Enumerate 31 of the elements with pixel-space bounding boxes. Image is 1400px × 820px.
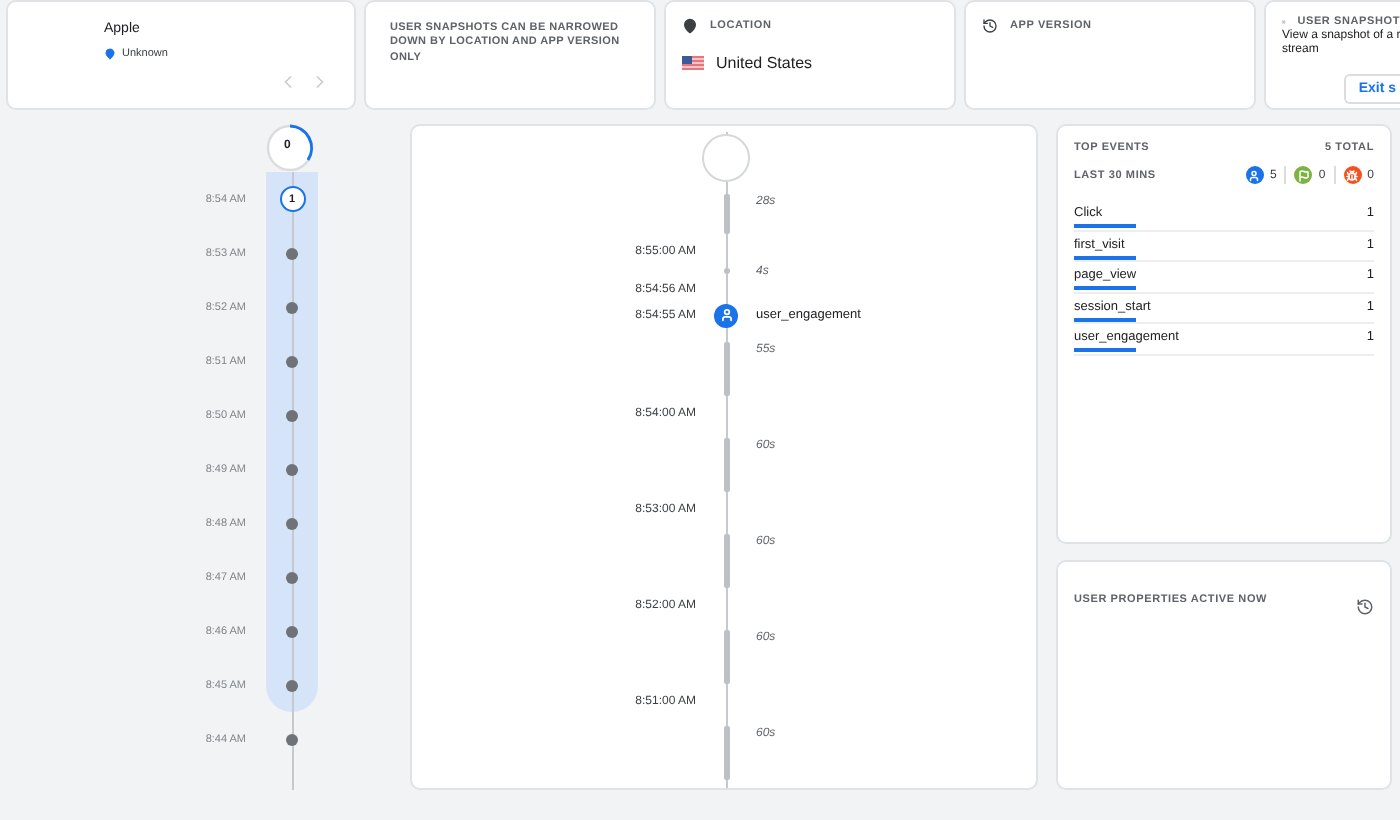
event-underline xyxy=(1074,317,1136,321)
minute-marker[interactable] xyxy=(286,625,298,637)
flag-icon xyxy=(682,56,704,70)
event-underline xyxy=(1074,224,1136,228)
location-pin-icon xyxy=(104,48,116,60)
event-underline xyxy=(1074,286,1136,290)
gap-bar xyxy=(723,194,729,234)
minute-marker[interactable] xyxy=(286,679,298,691)
country-name: United States xyxy=(716,54,813,72)
gap-bar xyxy=(723,629,729,684)
minute-marker[interactable] xyxy=(286,463,298,475)
gap-dot xyxy=(723,268,729,274)
history-icon xyxy=(982,18,998,34)
history-icon[interactable] xyxy=(1356,598,1374,616)
stream-start-circle xyxy=(702,133,750,182)
event-underline xyxy=(1074,348,1136,352)
minute-marker[interactable] xyxy=(286,517,298,529)
minute-marker[interactable] xyxy=(286,571,298,583)
gap-bar xyxy=(723,725,729,780)
gap-bar xyxy=(723,437,729,493)
minute-marker[interactable] xyxy=(286,301,298,313)
minute-marker[interactable] xyxy=(286,247,298,259)
gap-bar xyxy=(723,533,729,589)
gap-bar xyxy=(723,341,729,397)
minute-marker[interactable] xyxy=(286,409,298,421)
event-underline xyxy=(1074,255,1136,259)
location-pin-icon xyxy=(682,18,698,34)
minute-marker[interactable] xyxy=(286,733,298,745)
event-icon[interactable] xyxy=(714,303,738,328)
minute-marker[interactable] xyxy=(286,355,298,367)
count-ring xyxy=(266,124,314,172)
